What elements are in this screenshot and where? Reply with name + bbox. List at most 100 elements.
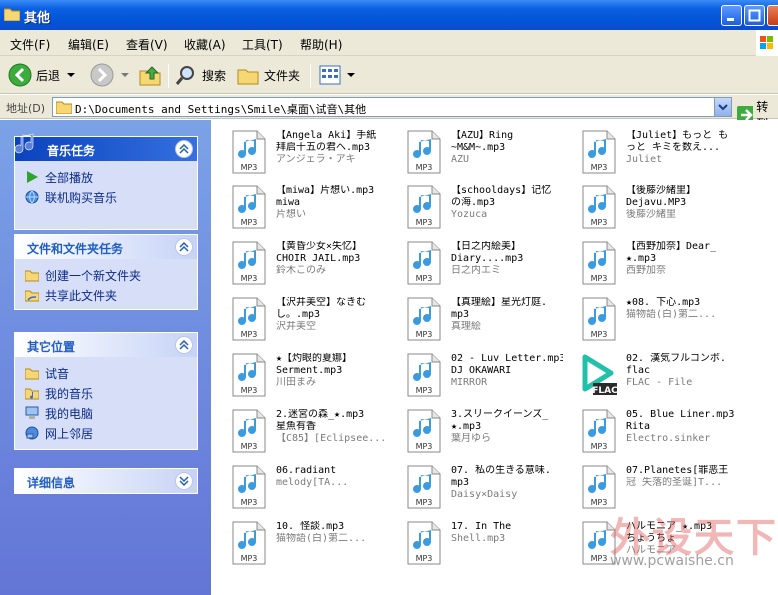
- file-line-1: 10. 怪談.mp3: [276, 521, 345, 532]
- file-item[interactable]: MP3 07. 私の生きる意味. mp3 Daisy×Daisy: [396, 459, 566, 515]
- file-item[interactable]: MP3 【黄昏少女×失忆】 CHOIR JAIL.mp3 鈴木このみ: [221, 235, 391, 291]
- file-name: ★【灼眼的夏娜】 Serment.mp3 川田まみ: [276, 353, 388, 389]
- file-item[interactable]: MP3 06.radiant melody[TA...: [221, 459, 391, 515]
- menu-help[interactable]: 帮助(H): [300, 36, 342, 53]
- file-item[interactable]: MP3 3.スリークイーンズ_ ★.mp3 葉月ゆら: [396, 403, 566, 459]
- other-places-header[interactable]: 其它位置: [15, 333, 197, 357]
- file-item[interactable]: MP3 ★【灼眼的夏娜】 Serment.mp3 川田まみ: [221, 347, 391, 403]
- file-line-3: 後藤沙緒里: [626, 209, 676, 220]
- menu-view[interactable]: 查看(V): [126, 36, 168, 53]
- maximize-button[interactable]: [744, 5, 765, 26]
- collapse-button[interactable]: [175, 238, 193, 256]
- expand-button[interactable]: [175, 472, 193, 490]
- svg-text:MP3: MP3: [416, 330, 433, 339]
- file-item[interactable]: MP3 【Juliet】もっと もっと キミを数え... Juliet: [571, 124, 741, 180]
- file-item[interactable]: MP3 10. 怪談.mp3 猫物語(白)第二...: [221, 515, 391, 571]
- file-line-2: Dejavu.MP3: [626, 197, 687, 208]
- file-line-1: 【日之内絵美】: [451, 241, 521, 252]
- file-line-3: Juliet: [626, 154, 663, 165]
- file-item[interactable]: MP3 【miwa】片想い.mp3 miwa 片想い: [221, 179, 391, 235]
- collapse-button[interactable]: [175, 140, 193, 158]
- file-line-3: 川田まみ: [276, 377, 316, 388]
- place-shiyin-link[interactable]: 试音: [15, 363, 197, 383]
- mp3-file-icon: MP3: [407, 185, 441, 229]
- up-folder-icon: [139, 66, 161, 86]
- menu-edit[interactable]: 编辑(E): [68, 36, 109, 53]
- file-item[interactable]: MP3 【Angela Aki】手紙 拜启十五の君へ.mp3 アンジェラ・アキ: [221, 124, 391, 180]
- svg-text:MP3: MP3: [416, 163, 433, 172]
- file-line-2: DJ OKAWARI: [451, 365, 512, 376]
- file-item[interactable]: MP3 【真理絵】星光灯庭. mp3 真理絵: [396, 291, 566, 347]
- file-item[interactable]: MP3 【沢井美空】なきむ し。.mp3 沢井美空: [221, 291, 391, 347]
- file-item[interactable]: MP3 17. In The Shell.mp3: [396, 515, 566, 571]
- file-item[interactable]: MP3 2.迷宮の森_★.mp3 星魚有香 【C85】[Eclipsee...: [221, 403, 391, 459]
- file-line-1: 【西野加奈】Dear_: [626, 241, 717, 252]
- file-line-1: 【沢井美空】なきむ: [276, 297, 366, 308]
- collapse-button[interactable]: [175, 336, 193, 354]
- file-name: 【黄昏少女×失忆】 CHOIR JAIL.mp3 鈴木このみ: [276, 241, 388, 277]
- file-item[interactable]: FLAC 02. 漢気フルコンボ. flac FLAC - File: [571, 347, 741, 403]
- file-line-2: mp3: [451, 309, 470, 320]
- close-button[interactable]: [767, 5, 778, 26]
- file-item[interactable]: MP3 【schooldays】记忆 の海.mp3 Yozuca: [396, 179, 566, 235]
- file-name: 3.スリークイーンズ_ ★.mp3 葉月ゆら: [451, 409, 563, 445]
- details-title: 详细信息: [27, 476, 76, 490]
- place-network-label: 网上邻居: [45, 426, 94, 441]
- minimize-button[interactable]: [721, 5, 742, 26]
- menu-favorites[interactable]: 收藏(A): [184, 36, 226, 53]
- address-label: 地址(D): [6, 102, 46, 115]
- file-name: 2.迷宮の森_★.mp3 星魚有香 【C85】[Eclipsee...: [276, 409, 388, 445]
- file-tasks-header[interactable]: 文件和文件夹任务: [15, 235, 197, 259]
- file-item[interactable]: MP3 05. Blue Liner.mp3 Rita Electro.sinker: [571, 403, 741, 459]
- search-label: 搜索: [202, 68, 227, 83]
- svg-text:MP3: MP3: [416, 218, 433, 227]
- file-item[interactable]: MP3 ★08. 下心.mp3 猫物語(白)第二...: [571, 291, 741, 347]
- file-item[interactable]: MP3 【日之内絵美】 Diary....mp3 日之内エミ: [396, 235, 566, 291]
- up-folder-button[interactable]: [138, 62, 162, 88]
- place-network-link[interactable]: 网上邻居: [15, 423, 197, 443]
- menu-file[interactable]: 文件(F): [10, 36, 50, 53]
- place-my-computer-label: 我的电脑: [45, 406, 94, 421]
- buy-music-online-link[interactable]: 联机购买音乐: [15, 187, 197, 207]
- svg-text:MP3: MP3: [241, 274, 258, 283]
- new-folder-icon: [25, 270, 39, 282]
- details-header[interactable]: 详细信息: [15, 469, 197, 493]
- mp3-file-icon: MP3: [232, 521, 266, 565]
- back-button[interactable]: 后退: [8, 62, 76, 88]
- title-bar[interactable]: 其他: [0, 0, 778, 30]
- address-path: D:\Documents and Settings\Smile\桌面\试音\其他: [75, 103, 367, 116]
- file-item[interactable]: MP3 【後藤沙緒里】 Dejavu.MP3 後藤沙緒里: [571, 179, 741, 235]
- mp3-file-icon: MP3: [407, 409, 441, 453]
- search-button[interactable]: 搜索: [174, 62, 226, 88]
- place-my-computer-link[interactable]: 我的电脑: [15, 403, 197, 423]
- file-line-1: 【AZU】Ring: [451, 130, 514, 141]
- file-line-2: っと キミを数え...: [626, 142, 721, 153]
- svg-text:MP3: MP3: [241, 554, 258, 563]
- buy-music-online-label: 联机购买音乐: [45, 190, 118, 205]
- file-item[interactable]: MP3 02 - Luv Letter.mp3 DJ OKAWARI MIRROR: [396, 347, 566, 403]
- music-tasks-header[interactable]: 音乐任务: [14, 133, 197, 161]
- forward-button[interactable]: [90, 62, 130, 88]
- chevron-up-icon: [179, 242, 189, 252]
- folders-button[interactable]: 文件夹: [236, 62, 300, 88]
- file-line-2: melody[TA...: [276, 477, 349, 488]
- file-item[interactable]: MP3 【AZU】Ring ~M&M~.mp3 AZU: [396, 124, 566, 180]
- new-folder-link[interactable]: 创建一个新文件夹: [15, 265, 197, 285]
- menu-tools[interactable]: 工具(T): [242, 36, 283, 53]
- address-input[interactable]: D:\Documents and Settings\Smile\桌面\试音\其他: [52, 97, 732, 117]
- play-all-link[interactable]: 全部播放: [15, 167, 197, 187]
- file-line-3: 葉月ゆら: [451, 433, 491, 444]
- chevron-down-icon: [179, 476, 189, 486]
- place-my-music-link[interactable]: 我的音乐: [15, 383, 197, 403]
- file-item[interactable]: MP3 【西野加奈】Dear_ ★.mp3 西野加奈: [571, 235, 741, 291]
- play-icon: [27, 171, 38, 183]
- address-dropdown-button[interactable]: [714, 98, 731, 116]
- mp3-file-icon: MP3: [582, 465, 616, 509]
- share-folder-link[interactable]: 共享此文件夹: [15, 285, 197, 305]
- views-button[interactable]: [318, 62, 356, 88]
- mp3-file-icon: MP3: [232, 241, 266, 285]
- file-name: 【miwa】片想い.mp3 miwa 片想い: [276, 185, 388, 221]
- file-line-1: 【真理絵】星光灯庭.: [451, 297, 548, 308]
- mp3-file-icon: MP3: [407, 353, 441, 397]
- svg-text:FLAC: FLAC: [592, 386, 617, 396]
